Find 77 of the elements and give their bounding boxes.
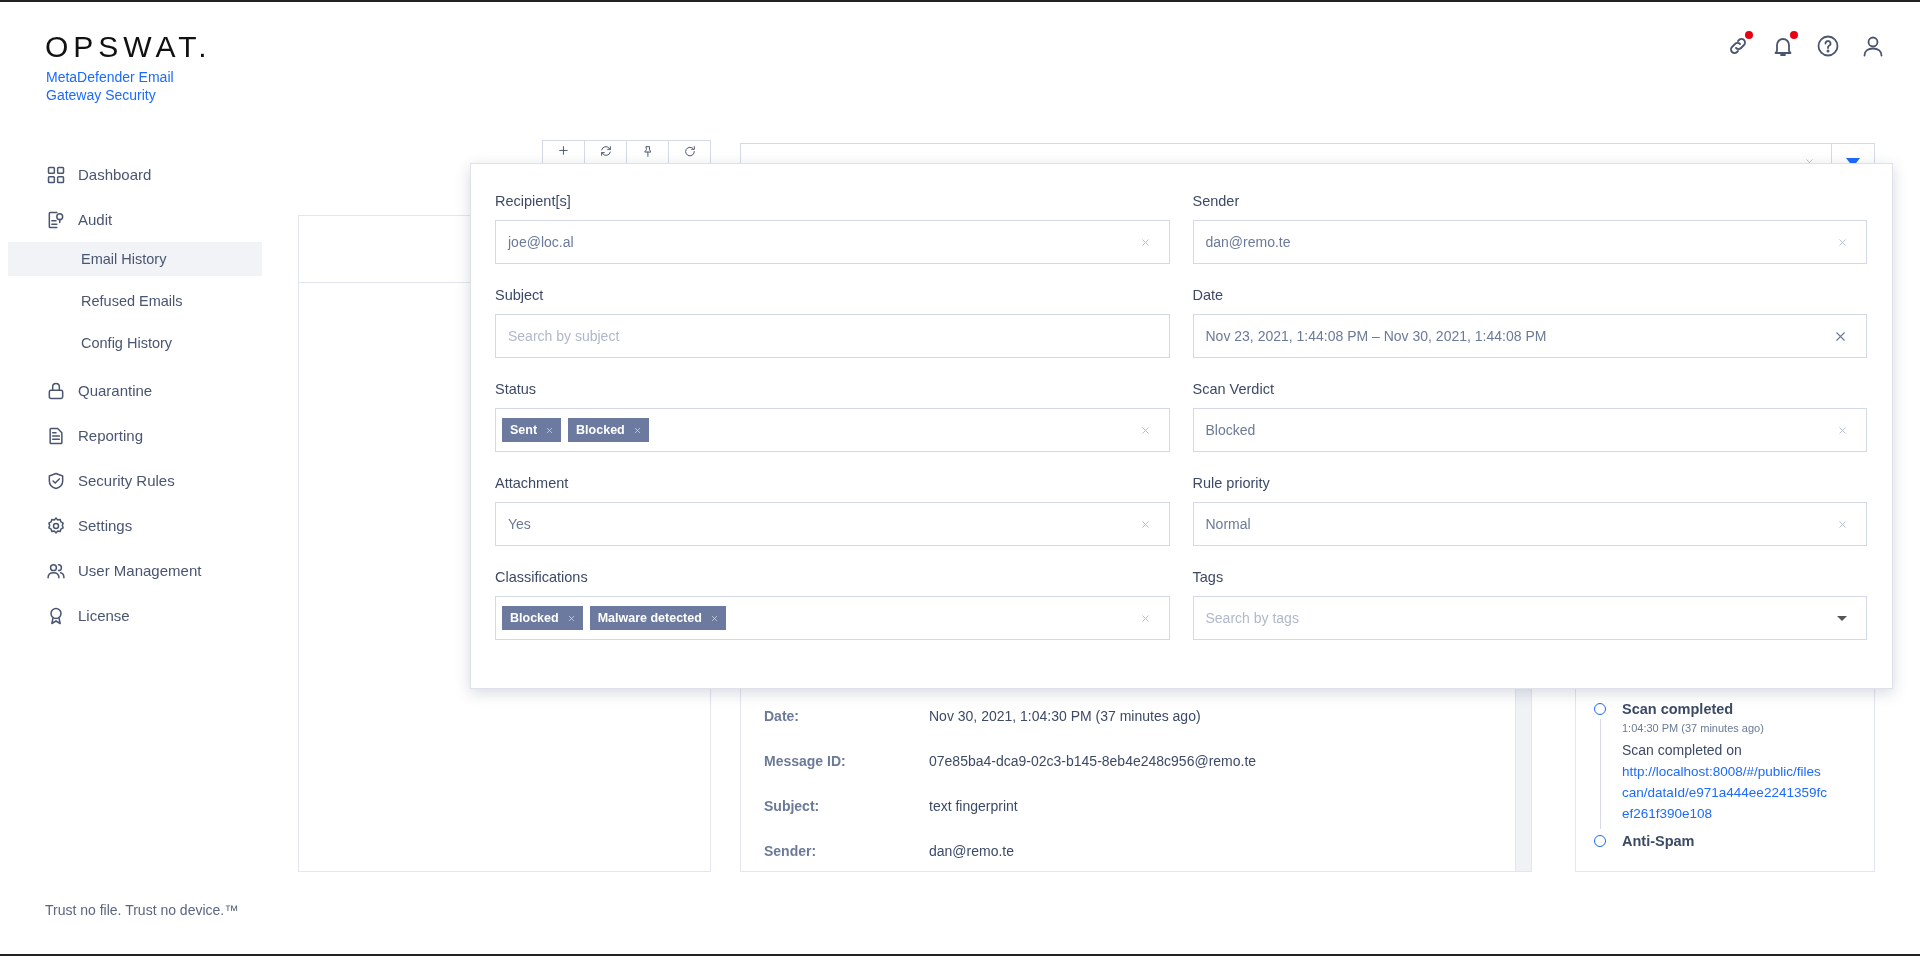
sidebar-subitem[interactable]: Refused Emails — [8, 284, 262, 318]
clear-icon[interactable] — [1139, 424, 1151, 436]
field-label: Date — [1192, 286, 1224, 304]
tagline: Trust no file. Trust no device.™ — [45, 902, 239, 918]
field-label: Status — [495, 380, 537, 398]
field-label: Tags — [1192, 568, 1224, 586]
pin-icon — [643, 146, 652, 157]
event-title: Anti-Spam — [1622, 832, 1696, 851]
sidebar-item[interactable]: Audit — [8, 197, 224, 242]
sidebar-item[interactable]: Dashboard — [8, 152, 224, 197]
add-icon — [559, 146, 568, 155]
help-icon[interactable] — [1816, 34, 1840, 58]
tag-chip[interactable]: Blocked — [502, 606, 583, 630]
detail-value: text fingerprint — [929, 797, 1018, 814]
detail-label: Message ID: — [764, 752, 847, 769]
settings-icon — [46, 515, 66, 536]
notification-dot — [1790, 31, 1798, 39]
sidebar-item[interactable]: Security Rules — [8, 458, 224, 503]
clear-icon[interactable] — [1139, 612, 1151, 624]
notification-dot — [1745, 31, 1753, 39]
sync-icon — [600, 146, 611, 156]
detail-value: Nov 30, 2021, 1:04:30 PM (37 minutes ago) — [929, 707, 1201, 724]
remove-icon[interactable] — [632, 425, 642, 435]
tag-chip[interactable]: Blocked — [568, 418, 649, 442]
document-search-icon — [46, 209, 66, 230]
refresh-icon — [684, 146, 695, 157]
event-text: Scan completed on — [1622, 741, 1743, 760]
remove-icon[interactable] — [545, 425, 555, 435]
detail-label: Date: — [764, 707, 800, 724]
filter-field[interactable]: Blocked — [1192, 408, 1867, 452]
field-label: Subject — [495, 286, 544, 304]
field-label: Scan Verdict — [1192, 380, 1274, 398]
tag-chip[interactable]: Sent — [502, 418, 562, 442]
filter-field[interactable]: joe@loc.al — [495, 220, 1170, 264]
filter-field[interactable]: Normal — [1192, 502, 1867, 546]
detail-value: 07e85ba4-dca9-02c3-b145-8eb4e248c956@remo.te — [929, 752, 1257, 769]
sidebar-subitem[interactable]: Config History — [8, 326, 262, 360]
clear-icon[interactable] — [1139, 518, 1151, 530]
tag-chip[interactable]: Malware detected — [589, 606, 726, 630]
shield-check-icon — [46, 470, 66, 491]
filter-field[interactable]: Blocked Malware detected — [495, 596, 1170, 640]
user-icon[interactable] — [1861, 34, 1885, 58]
scan-link[interactable]: http://localhost:8008/#/public/filescan/dataId/e971a444ee2241359fcef261f390e108 — [1622, 761, 1827, 824]
detail-label: Subject: — [764, 797, 821, 814]
clear-icon[interactable] — [1837, 518, 1848, 530]
sidebar-item[interactable]: Reporting — [8, 413, 224, 458]
field-label: Sender — [1192, 192, 1240, 210]
filter-field[interactable]: dan@remo.te — [1192, 220, 1867, 264]
detail-label: Sender: — [764, 842, 818, 859]
filter-field[interactable]: Search by subject — [495, 314, 1170, 358]
sidebar-item[interactable]: Quarantine — [8, 368, 224, 413]
dropdown-caret-icon[interactable] — [1837, 616, 1847, 621]
field-label: Rule priority — [1192, 474, 1270, 492]
clear-icon[interactable] — [1139, 236, 1151, 248]
document-icon — [46, 425, 66, 446]
clear-icon[interactable] — [1837, 424, 1848, 436]
detail-value: dan@remo.te — [929, 842, 1015, 859]
lock-icon — [46, 380, 66, 401]
field-label: Recipient[s] — [495, 192, 571, 210]
event-title: Scan completed — [1622, 700, 1735, 719]
sidebar-item[interactable]: Settings — [8, 503, 224, 548]
sidebar-item[interactable]: License — [8, 593, 224, 638]
sidebar-subitem[interactable]: Email History — [8, 242, 262, 276]
remove-icon[interactable] — [709, 613, 719, 623]
logo: OPSWAT. — [45, 32, 212, 62]
event-time: 1:04:30 PM (37 minutes ago) — [1622, 721, 1765, 736]
remove-icon[interactable] — [566, 613, 576, 623]
filter-field[interactable]: Search by tags — [1192, 596, 1867, 640]
clear-icon[interactable] — [1837, 236, 1848, 248]
field-label: Attachment — [495, 474, 569, 492]
filter-field[interactable]: Sent Blocked — [495, 408, 1170, 452]
filter-field[interactable]: Yes — [495, 502, 1170, 546]
grid-icon — [46, 164, 66, 185]
field-label: Classifications — [495, 568, 588, 586]
sidebar-item[interactable]: User Management — [8, 548, 224, 593]
product-name: MetaDefender Email Gateway Security — [46, 68, 175, 104]
filter-field[interactable]: Nov 23, 2021, 1:44:08 PM – Nov 30, 2021, 1:44:08 PM — [1192, 314, 1867, 358]
